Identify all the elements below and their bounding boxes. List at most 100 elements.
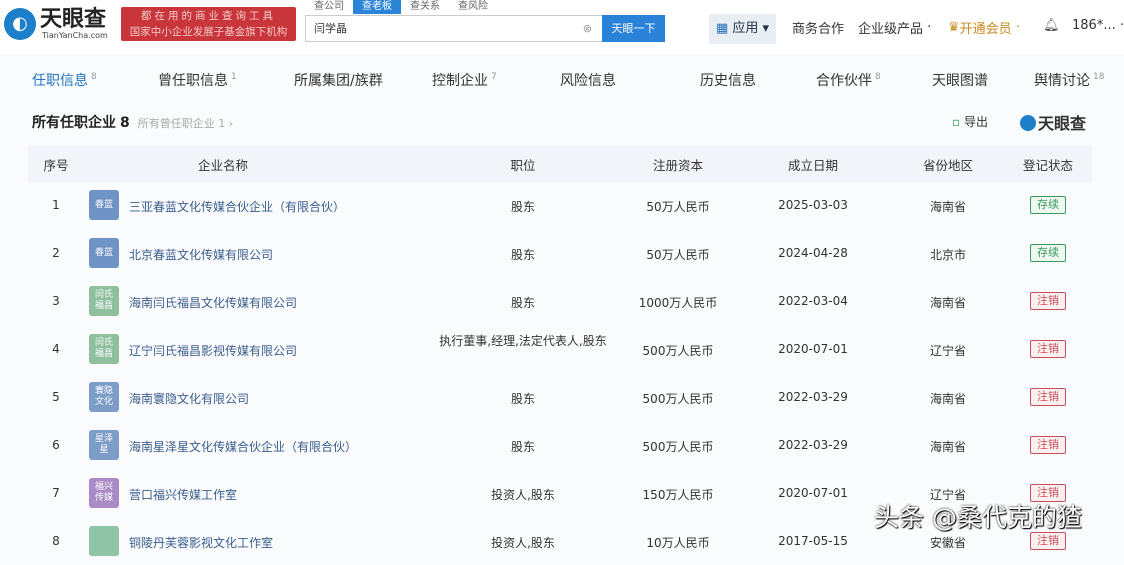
- position: 股东: [510, 296, 535, 310]
- position: 股东: [510, 440, 535, 454]
- tab-count: 7: [491, 72, 497, 83]
- column-header: 注册资本: [652, 158, 703, 173]
- tab-0[interactable]: 任职信息 8: [32, 70, 97, 90]
- logo-icon: [1020, 115, 1036, 131]
- tab-count: 18: [1093, 72, 1105, 83]
- company-name-link[interactable]: 三亚春蓝文化传媒合伙企业（有限合伙）: [129, 198, 345, 215]
- former-companies-link[interactable]: 所有曾任职企业 1 ›: [138, 117, 233, 130]
- company-logo: 星泽星: [89, 430, 119, 460]
- user-label: 186*...: [1072, 18, 1116, 33]
- ad-line2: 国家中小企业发展子基金旗下机构: [129, 26, 288, 38]
- established-date: 2020-07-01: [778, 486, 848, 500]
- registered-capital: 500万人民币: [642, 440, 714, 454]
- ad-banner[interactable]: 都在用的商业查询工具 国家中小企业发展子基金旗下机构: [121, 7, 296, 41]
- logo-icon: ◐: [4, 8, 36, 40]
- region: 海南省: [929, 200, 966, 214]
- row-number: 1: [52, 198, 60, 212]
- company-name-link[interactable]: 北京春蓝文化传媒有限公司: [129, 246, 273, 263]
- apps-label: 应用: [732, 21, 759, 36]
- search-tab[interactable]: 查老板: [353, 0, 401, 14]
- bell-icon[interactable]: 🔔︎: [1043, 18, 1060, 33]
- search-button[interactable]: 天眼一下: [602, 15, 665, 42]
- grid-icon: ▦: [715, 21, 729, 36]
- nav-vip[interactable]: ♛ 开通会员 ·: [948, 18, 1020, 37]
- company-logo: [89, 526, 119, 556]
- company-logo: 寰隐文化: [89, 382, 119, 412]
- crown-icon: ♛: [948, 20, 960, 35]
- table-row: 3 闫氏福昌 海南闫氏福昌文化传媒有限公司 股东 1000万人民币 2022-03-04 海…: [28, 278, 1092, 325]
- apps-menu[interactable]: ▦ 应用 ▾: [709, 14, 776, 44]
- position: 股东: [510, 200, 535, 214]
- table-header: 序号 企业名称 职位 注册资本 成立日期 省份地区 登记状态: [28, 146, 1092, 182]
- company-name-link[interactable]: 海南闫氏福昌文化传媒有限公司: [129, 294, 297, 311]
- registered-capital: 50万人民币: [646, 200, 710, 214]
- tab-1[interactable]: 曾任职信息 1: [158, 70, 237, 90]
- region: 海南省: [929, 392, 966, 406]
- brand-text: 天眼查: [1038, 114, 1087, 133]
- search-tab[interactable]: 查关系: [401, 0, 449, 14]
- column-header: 职位: [510, 158, 536, 173]
- region: 辽宁省: [929, 344, 966, 358]
- region: 海南省: [929, 296, 966, 310]
- company-name-link[interactable]: 海南寰隐文化有限公司: [129, 390, 249, 407]
- status-badge: 注销: [1030, 340, 1066, 358]
- company-name-link[interactable]: 辽宁闫氏福昌影视传媒有限公司: [129, 342, 297, 359]
- established-date: 2022-03-29: [778, 390, 848, 404]
- tab-4[interactable]: 风险信息: [560, 70, 616, 90]
- nav-business[interactable]: 商务合作: [792, 18, 844, 37]
- company-name-link[interactable]: 营口福兴传媒工作室: [129, 486, 237, 503]
- vip-label: 开通会员: [959, 22, 1012, 37]
- clear-icon[interactable]: ⊗: [583, 16, 592, 41]
- status-badge: 注销: [1030, 436, 1066, 454]
- user-menu[interactable]: 186*... ·: [1072, 18, 1124, 33]
- status-badge: 注销: [1030, 292, 1066, 310]
- column-header: 省份地区: [922, 158, 973, 173]
- status-badge: 存续: [1030, 196, 1066, 214]
- search-input[interactable]: 闫学晶 ⊗: [305, 15, 602, 42]
- region: 安徽省: [929, 536, 966, 550]
- nav-enterprise[interactable]: 企业级产品 ·: [858, 18, 931, 37]
- section-title: 所有任职企业: [32, 115, 116, 131]
- brand-watermark: 天眼查: [1020, 110, 1086, 134]
- search-tab[interactable]: 查公司: [305, 0, 353, 14]
- company-logo: 闫氏福昌: [89, 334, 119, 364]
- established-date: 2017-05-15: [778, 534, 848, 548]
- tab-label: 舆情讨论: [1034, 73, 1090, 89]
- tab-5[interactable]: 历史信息: [700, 70, 756, 90]
- section-count: 8: [120, 115, 130, 131]
- company-logo: 福兴传媒: [89, 478, 119, 508]
- search-tab[interactable]: 查风险: [449, 0, 497, 14]
- export-button[interactable]: ▫ 导出: [952, 113, 988, 130]
- tab-count: 1: [231, 72, 237, 83]
- row-number: 3: [52, 294, 60, 308]
- company-name-link[interactable]: 海南星泽星文化传媒合伙企业（有限合伙）: [129, 438, 357, 455]
- established-date: 2022-03-04: [778, 294, 848, 308]
- established-date: 2024-04-28: [778, 246, 848, 260]
- company-name-link[interactable]: 铜陵丹芙蓉影视文化工作室: [129, 534, 273, 551]
- tab-label: 所属集团/族群: [294, 73, 383, 89]
- export-label: 导出: [963, 115, 988, 129]
- registered-capital: 500万人民币: [642, 344, 714, 358]
- tab-2[interactable]: 所属集团/族群: [294, 70, 383, 90]
- row-number: 6: [52, 438, 60, 452]
- ad-line1: 都在用的商业查询工具: [141, 10, 276, 22]
- search-value: 闫学晶: [314, 22, 347, 35]
- row-number: 5: [52, 390, 60, 404]
- top-bar: ◐ 天眼查 TianYanCha.com 都在用的商业查询工具 国家中小企业发展子基…: [0, 0, 1124, 54]
- tab-7[interactable]: 天眼图谱: [932, 70, 988, 90]
- table-row: 1 春蓝 三亚春蓝文化传媒合伙企业（有限合伙） 股东 50万人民币 2025-03-03 海…: [28, 182, 1092, 229]
- tab-label: 天眼图谱: [932, 73, 988, 89]
- position: 股东: [510, 392, 535, 406]
- table-row: 2 春蓝 北京春蓝文化传媒有限公司 股东 50万人民币 2024-04-28 北京市 存续: [28, 230, 1092, 277]
- table-row: 6 星泽星 海南星泽星文化传媒合伙企业（有限合伙） 股东 500万人民币 2022-03-…: [28, 422, 1092, 469]
- row-number: 7: [52, 486, 60, 500]
- position: 投资人,股东: [491, 536, 555, 550]
- registered-capital: 150万人民币: [642, 488, 714, 502]
- region: 海南省: [929, 440, 966, 454]
- tab-8[interactable]: 舆情讨论 18: [1034, 70, 1104, 90]
- tab-3[interactable]: 控制企业 7: [432, 70, 497, 90]
- row-number: 2: [52, 246, 60, 260]
- position: 执行董事,经理,法定代表人,股东: [439, 334, 607, 348]
- logo[interactable]: ◐ 天眼查 TianYanCha.com: [4, 8, 108, 40]
- tab-6[interactable]: 合作伙伴 8: [816, 70, 881, 90]
